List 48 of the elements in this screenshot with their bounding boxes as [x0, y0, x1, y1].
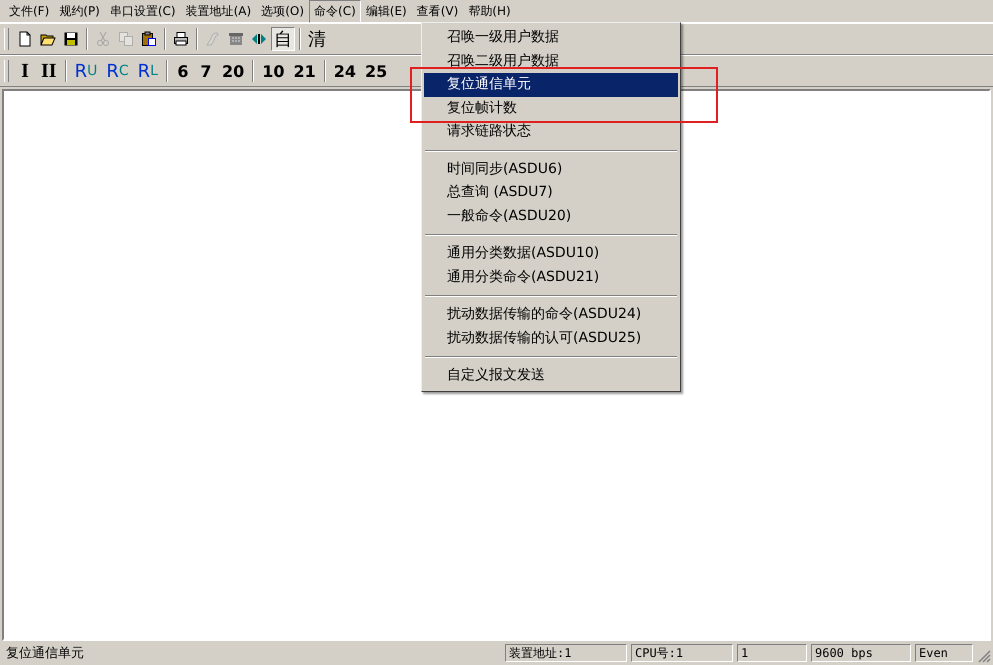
status-panel: 9600 bps	[811, 644, 911, 662]
toolbar-button[interactable]: II	[37, 59, 61, 83]
toolbar-button[interactable]: 25	[361, 59, 392, 83]
menu-item[interactable]: 命令(C)	[309, 0, 361, 22]
toolbar-button[interactable]: 7	[194, 59, 217, 83]
printer-icon	[173, 31, 189, 47]
resize-grip-icon	[977, 649, 991, 663]
connector-icon	[251, 31, 267, 47]
clipboard-icon	[141, 31, 157, 47]
menu-item[interactable]: 查看(V)	[412, 0, 464, 22]
menu-item[interactable]: 请求链路状态	[424, 120, 678, 144]
menu-item[interactable]: 复位通信单元	[424, 73, 678, 96]
telephone-icon	[228, 31, 244, 47]
menu-item[interactable]: 选项(O)	[256, 0, 310, 22]
toolbar-button[interactable]: 21	[290, 59, 320, 83]
menu-item[interactable]: 时间同步(ASDU6)	[424, 158, 678, 181]
toolbar-button[interactable]: 清	[305, 27, 329, 51]
menu-item[interactable]: 帮助(H)	[463, 0, 516, 22]
scissors-icon	[95, 31, 111, 47]
menu-item[interactable]: 串口设置(C)	[104, 0, 181, 22]
status-panel: 1	[737, 644, 807, 662]
status-panel: CPU号:1	[631, 644, 733, 662]
menu-item[interactable]: 编辑(E)	[360, 0, 412, 22]
menu-item[interactable]: 复位帧计数	[424, 96, 678, 120]
handset-icon	[205, 31, 221, 47]
toolbar-button[interactable]: 10	[258, 59, 288, 83]
menu-item[interactable]: 召唤二级用户数据	[424, 50, 678, 73]
document-icon	[17, 31, 33, 47]
menu-item[interactable]: 通用分类数据(ASDU10)	[424, 242, 678, 266]
toolbar-button[interactable]: I	[14, 59, 36, 83]
menu-item[interactable]: 通用分类命令(ASDU21)	[424, 266, 678, 289]
status-panel: 装置地址:1	[505, 644, 627, 662]
copy-icon	[118, 31, 134, 47]
menu-item[interactable]: 召唤一级用户数据	[424, 26, 678, 50]
menu-item[interactable]: 规约(P)	[54, 0, 105, 22]
menu-item[interactable]: 扰动数据传输的命令(ASDU24)	[424, 303, 678, 326]
menu-item[interactable]: 装置地址(A)	[180, 0, 256, 22]
toolbar-button[interactable]: 20	[218, 59, 248, 83]
status-panel: Even	[915, 644, 973, 662]
toolbar-button[interactable]: 6	[172, 59, 194, 83]
menu-item[interactable]: 文件(F)	[4, 0, 54, 22]
menu-item[interactable]: 总查询 (ASDU7)	[424, 181, 678, 204]
toolbar-button[interactable]: 24	[330, 59, 360, 83]
menu-item[interactable]: 扰动数据传输的认可(ASDU25)	[424, 326, 678, 350]
menu-item[interactable]: 自定义报文发送	[424, 364, 678, 388]
status-message: 复位通信单元	[5, 645, 85, 662]
menu-item[interactable]: 一般命令(ASDU20)	[424, 204, 678, 228]
toolbar-button[interactable]: 自	[271, 27, 295, 51]
